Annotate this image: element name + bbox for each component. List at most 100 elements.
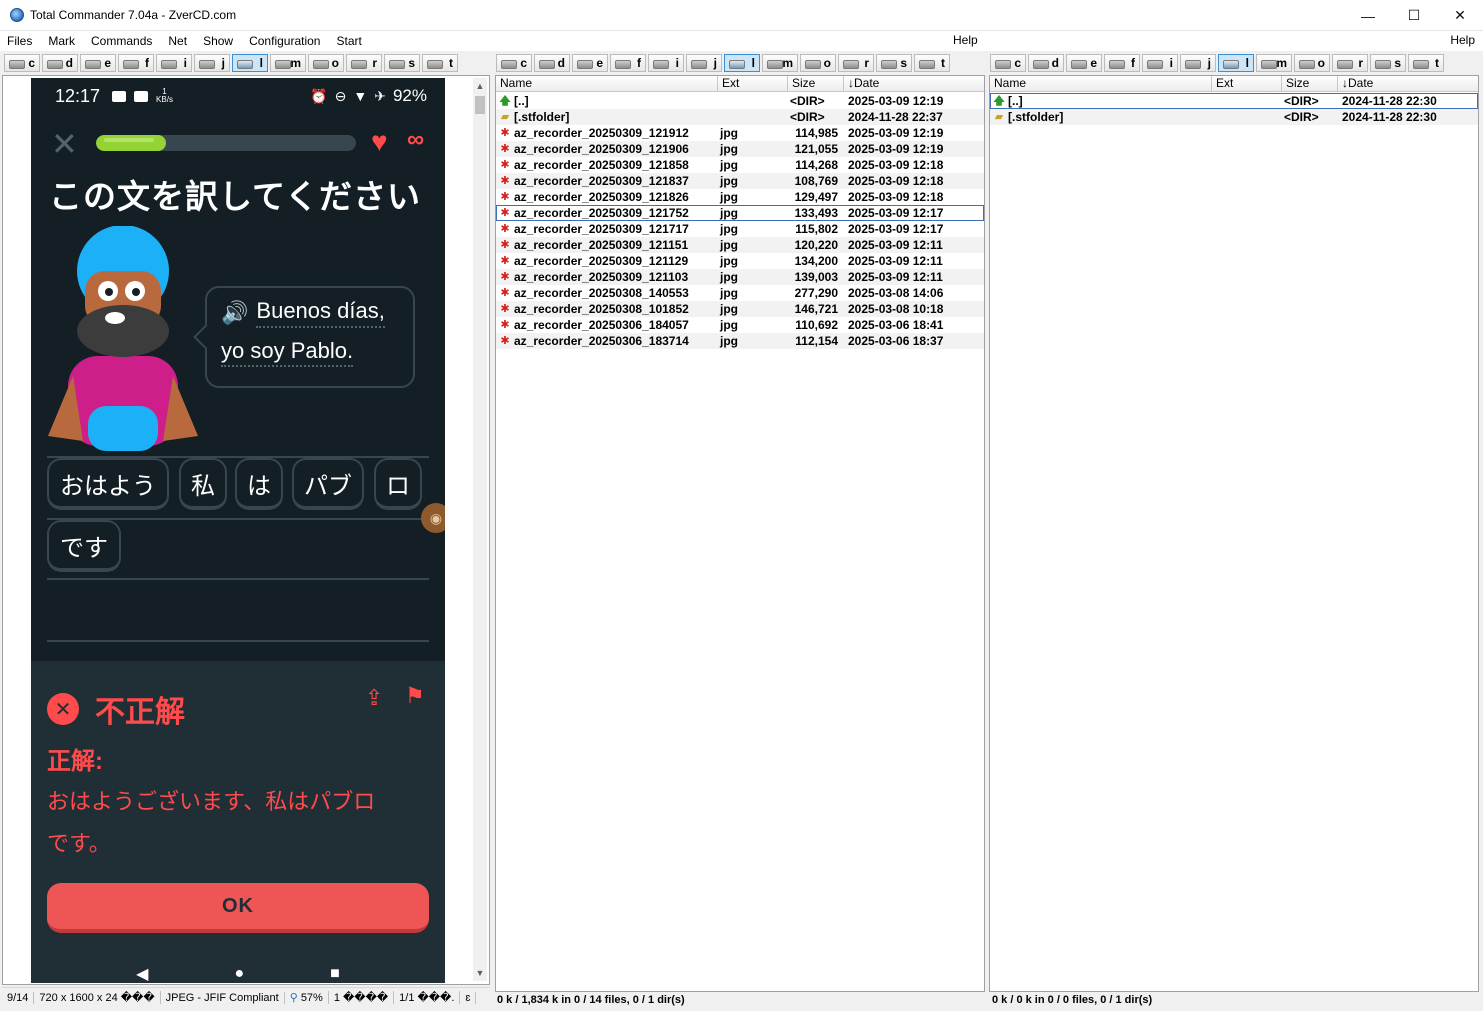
scroll-up-icon[interactable]: ▲ <box>473 78 487 94</box>
drive-button-m[interactable]: m <box>762 54 798 72</box>
drive-button-j[interactable]: j <box>686 54 722 72</box>
drive-button-r[interactable]: r <box>838 54 874 72</box>
file-row[interactable]: ▰ [.stfolder] <DIR> 2024-11-28 22:37 <box>496 109 984 125</box>
drive-button-m[interactable]: m <box>1256 54 1292 72</box>
file-name: [..] <box>514 94 529 108</box>
drive-button-e[interactable]: e <box>80 54 116 72</box>
file-row[interactable]: ▰ [.stfolder] <DIR> 2024-11-28 22:30 <box>990 109 1478 125</box>
drive-button-d[interactable]: d <box>42 54 78 72</box>
menu-start[interactable]: Start <box>328 34 369 48</box>
menu-configuration[interactable]: Configuration <box>241 34 328 48</box>
drive-button-m[interactable]: m <box>270 54 306 72</box>
file-panel-middle[interactable]: Name Ext Size ↓Date 🡅 [..] <DIR> 2025-03-09… <box>495 75 985 992</box>
drive-button-r[interactable]: r <box>346 54 382 72</box>
drive-button-f[interactable]: f <box>1104 54 1140 72</box>
menu-files[interactable]: Files <box>0 34 40 48</box>
drive-button-d[interactable]: d <box>1028 54 1064 72</box>
header-ext[interactable]: Ext <box>718 76 788 91</box>
drive-button-i[interactable]: i <box>648 54 684 72</box>
file-row[interactable]: ✱ az_recorder_20250309_121752 jpg 133,493 20… <box>496 205 984 221</box>
file-row[interactable]: 🡅 [..] <DIR> 2025-03-09 12:19 <box>496 93 984 109</box>
file-name-cell: ▰ [.stfolder] <box>496 109 718 125</box>
drive-button-c[interactable]: c <box>4 54 40 72</box>
file-row[interactable]: 🡅 [..] <DIR> 2024-11-28 22:30 <box>990 93 1478 109</box>
header-size[interactable]: Size <box>788 76 844 91</box>
drive-button-j[interactable]: j <box>194 54 230 72</box>
scroll-down-icon[interactable]: ▼ <box>473 965 487 981</box>
drive-button-o[interactable]: o <box>1294 54 1330 72</box>
drive-button-s[interactable]: s <box>384 54 420 72</box>
file-row[interactable]: ✱ az_recorder_20250309_121826 jpg 129,497 20… <box>496 189 984 205</box>
file-row[interactable]: ✱ az_recorder_20250308_101852 jpg 146,721 20… <box>496 301 984 317</box>
file-row[interactable]: ✱ az_recorder_20250306_184057 jpg 110,692 20… <box>496 317 984 333</box>
answer-line <box>47 578 429 580</box>
viewer-scrollbar[interactable]: ▲ ▼ <box>473 78 487 981</box>
scroll-thumb[interactable] <box>475 96 485 114</box>
header-date[interactable]: ↓Date <box>844 76 984 91</box>
file-row[interactable]: ✱ az_recorder_20250309_121717 jpg 115,802 20… <box>496 221 984 237</box>
menu-commands[interactable]: Commands <box>83 34 160 48</box>
maximize-button[interactable]: ☐ <box>1391 0 1437 31</box>
drive-button-i[interactable]: i <box>156 54 192 72</box>
menu-mark[interactable]: Mark <box>40 34 83 48</box>
drive-button-t[interactable]: t <box>422 54 458 72</box>
file-row[interactable]: ✱ az_recorder_20250306_183714 jpg 112,154 20… <box>496 333 984 349</box>
menu-show[interactable]: Show <box>195 34 241 48</box>
drive-button-j[interactable]: j <box>1180 54 1216 72</box>
header-date[interactable]: ↓Date <box>1338 76 1478 91</box>
close-button[interactable]: ✕ <box>1437 0 1483 31</box>
drive-button-s[interactable]: s <box>1370 54 1406 72</box>
file-row[interactable]: ✱ az_recorder_20250309_121129 jpg 134,200 20… <box>496 253 984 269</box>
menu-help-right[interactable]: Help <box>1450 33 1475 47</box>
drive-button-c[interactable]: c <box>990 54 1026 72</box>
file-row[interactable]: ✱ az_recorder_20250308_140553 jpg 277,290 20… <box>496 285 984 301</box>
parent-dir-icon: 🡅 <box>499 95 511 107</box>
drive-button-t[interactable]: t <box>1408 54 1444 72</box>
drive-button-l[interactable]: l <box>724 54 760 72</box>
drive-button-f[interactable]: f <box>610 54 646 72</box>
drive-button-l[interactable]: l <box>1218 54 1254 72</box>
minimize-button[interactable]: — <box>1345 0 1391 31</box>
file-row[interactable]: ✱ az_recorder_20250309_121858 jpg 114,268 20… <box>496 157 984 173</box>
file-name-cell: ✱ az_recorder_20250306_184057 <box>496 317 718 333</box>
file-date: 2025-03-09 12:11 <box>848 270 943 284</box>
infinity-icon: ∞ <box>407 126 425 153</box>
drive-button-o[interactable]: o <box>308 54 344 72</box>
menu-net[interactable]: Net <box>160 34 195 48</box>
drive-button-o[interactable]: o <box>800 54 836 72</box>
header-size[interactable]: Size <box>1282 76 1338 91</box>
image-viewer-pane[interactable]: 12:17 1 KB/s ⏰ ⊖ ▼ ✈ 92% ✕ ♥ ∞ この文を訳してくだ… <box>2 75 490 985</box>
file-row[interactable]: ✱ az_recorder_20250309_121912 jpg 114,985 20… <box>496 125 984 141</box>
word-chip: おはよう <box>47 458 169 510</box>
file-row[interactable]: ✱ az_recorder_20250309_121103 jpg 139,003 20… <box>496 269 984 285</box>
image-file-icon: ✱ <box>500 287 510 299</box>
menu-help-left[interactable]: Help <box>953 33 978 47</box>
word-chip: は <box>235 458 283 510</box>
drive-bar-middle: cdefijlmorst <box>496 53 952 73</box>
drive-button-i[interactable]: i <box>1142 54 1178 72</box>
drive-button-c[interactable]: c <box>496 54 532 72</box>
file-name: az_recorder_20250309_121103 <box>514 270 689 284</box>
file-date: 2024-11-28 22:30 <box>1342 110 1437 124</box>
drive-button-l[interactable]: l <box>232 54 268 72</box>
file-date: 2025-03-09 12:19 <box>848 142 944 156</box>
speaker-icon[interactable]: 🔊 <box>221 300 248 326</box>
drive-button-r[interactable]: r <box>1332 54 1368 72</box>
file-row[interactable]: ✱ az_recorder_20250309_121151 jpg 120,220 20… <box>496 237 984 253</box>
drive-button-f[interactable]: f <box>118 54 154 72</box>
drive-bar-left: cdefijlmorst <box>4 53 460 73</box>
file-row[interactable]: ✱ az_recorder_20250309_121906 jpg 121,055 20… <box>496 141 984 157</box>
drive-button-e[interactable]: e <box>572 54 608 72</box>
drive-button-d[interactable]: d <box>534 54 570 72</box>
file-row[interactable]: ✱ az_recorder_20250309_121837 jpg 108,769 20… <box>496 173 984 189</box>
drive-button-e[interactable]: e <box>1066 54 1102 72</box>
header-ext[interactable]: Ext <box>1212 76 1282 91</box>
file-ext: jpg <box>720 334 738 348</box>
header-name[interactable]: Name <box>496 76 718 91</box>
status-right-icons: ⏰ ⊖ ▼ ✈ 92% <box>310 86 427 106</box>
file-panel-right[interactable]: Name Ext Size ↓Date 🡅 [..] <DIR> 2024-11-28… <box>989 75 1479 992</box>
drive-bar-right: cdefijlmorst <box>990 53 1446 73</box>
drive-button-s[interactable]: s <box>876 54 912 72</box>
header-name[interactable]: Name <box>990 76 1212 91</box>
drive-button-t[interactable]: t <box>914 54 950 72</box>
